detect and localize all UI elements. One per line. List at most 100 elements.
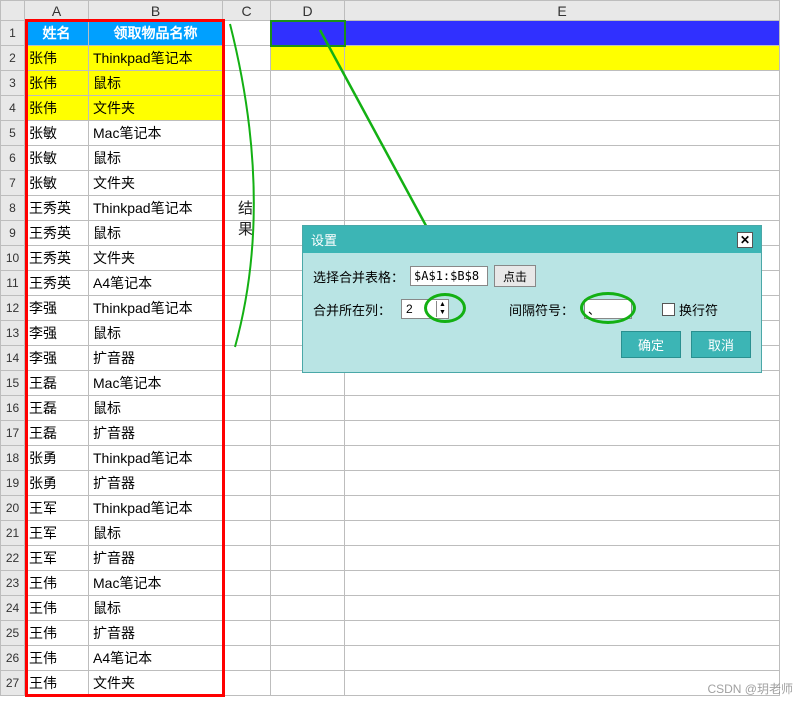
click-button[interactable]: 点击 (494, 265, 536, 287)
cell[interactable] (223, 621, 271, 646)
cell[interactable]: 鼠标 (89, 521, 223, 546)
cell[interactable] (271, 121, 345, 146)
cell[interactable] (345, 421, 780, 446)
cell[interactable] (345, 521, 780, 546)
cell[interactable]: 鼠标 (89, 321, 223, 346)
col-header-b[interactable]: B (89, 1, 223, 21)
corner-cell[interactable] (1, 1, 25, 21)
cell[interactable]: 张勇 (25, 446, 89, 471)
cell[interactable] (271, 371, 345, 396)
cell[interactable] (271, 446, 345, 471)
row-header[interactable]: 13 (1, 321, 25, 346)
row-header[interactable]: 6 (1, 146, 25, 171)
cell[interactable] (271, 146, 345, 171)
dialog-titlebar[interactable]: 设置 ✕ (303, 226, 761, 253)
cell[interactable] (345, 646, 780, 671)
cell[interactable] (345, 496, 780, 521)
cell[interactable]: 张敏 (25, 121, 89, 146)
cell[interactable] (345, 171, 780, 196)
row-header[interactable]: 8 (1, 196, 25, 221)
cell[interactable] (223, 446, 271, 471)
cell[interactable]: A4笔记本 (89, 646, 223, 671)
cell[interactable] (271, 46, 345, 71)
cell[interactable]: 张伟 (25, 71, 89, 96)
cell[interactable] (223, 521, 271, 546)
cell[interactable] (223, 571, 271, 596)
cell[interactable]: 王伟 (25, 571, 89, 596)
cell[interactable] (271, 596, 345, 621)
cell[interactable]: 王伟 (25, 621, 89, 646)
cell[interactable]: Mac笔记本 (89, 371, 223, 396)
row-header[interactable]: 3 (1, 71, 25, 96)
cell[interactable]: 扩音器 (89, 346, 223, 371)
col-input[interactable] (402, 301, 436, 317)
cell[interactable]: 王磊 (25, 421, 89, 446)
cell[interactable] (223, 596, 271, 621)
cell[interactable] (223, 471, 271, 496)
row-header[interactable]: 26 (1, 646, 25, 671)
cell[interactable]: 扩音器 (89, 621, 223, 646)
cell[interactable]: 鼠标 (89, 146, 223, 171)
cell[interactable] (345, 121, 780, 146)
cell[interactable] (271, 521, 345, 546)
col-header-d[interactable]: D (271, 1, 345, 21)
cell[interactable]: 王秀英 (25, 246, 89, 271)
cell[interactable]: 李强 (25, 346, 89, 371)
row-header[interactable]: 25 (1, 621, 25, 646)
row-header[interactable]: 7 (1, 171, 25, 196)
cell[interactable] (223, 271, 271, 296)
row-header[interactable]: 12 (1, 296, 25, 321)
cell[interactable] (223, 546, 271, 571)
range-input[interactable] (410, 266, 488, 286)
cell[interactable] (345, 196, 780, 221)
cell[interactable]: 王磊 (25, 396, 89, 421)
cell[interactable] (223, 171, 271, 196)
cell[interactable] (345, 571, 780, 596)
cell[interactable]: 王秀英 (25, 221, 89, 246)
cell[interactable] (271, 396, 345, 421)
row-header[interactable]: 11 (1, 271, 25, 296)
cell[interactable]: 李强 (25, 321, 89, 346)
cell[interactable]: Thinkpad笔记本 (89, 196, 223, 221)
row-header[interactable]: 5 (1, 121, 25, 146)
row-header[interactable]: 20 (1, 496, 25, 521)
cell[interactable] (345, 371, 780, 396)
cell[interactable] (223, 21, 271, 46)
cell[interactable] (271, 196, 345, 221)
sep-input[interactable] (584, 299, 632, 319)
cell[interactable]: 王军 (25, 546, 89, 571)
col-header-e[interactable]: E (345, 1, 780, 21)
row-header[interactable]: 22 (1, 546, 25, 571)
cell[interactable] (223, 346, 271, 371)
cell[interactable]: Thinkpad笔记本 (89, 296, 223, 321)
row-header[interactable]: 15 (1, 371, 25, 396)
cell[interactable]: 张伟 (25, 46, 89, 71)
cell[interactable] (223, 96, 271, 121)
wrap-checkbox[interactable]: 换行符 (662, 300, 718, 319)
cell[interactable] (345, 46, 780, 71)
cell[interactable]: 王军 (25, 496, 89, 521)
cell[interactable] (345, 621, 780, 646)
cell[interactable] (223, 646, 271, 671)
cell[interactable] (345, 21, 780, 46)
row-header[interactable]: 24 (1, 596, 25, 621)
col-spinner[interactable]: ▲ ▼ (401, 299, 449, 319)
cell[interactable] (345, 446, 780, 471)
cell[interactable]: A4笔记本 (89, 271, 223, 296)
row-header[interactable]: 23 (1, 571, 25, 596)
row-header[interactable]: 17 (1, 421, 25, 446)
cell[interactable]: Mac笔记本 (89, 121, 223, 146)
cell[interactable]: 王伟 (25, 671, 89, 696)
row-header[interactable]: 9 (1, 221, 25, 246)
cell[interactable] (223, 371, 271, 396)
cell[interactable] (345, 96, 780, 121)
selected-cell[interactable] (271, 21, 345, 46)
row-header[interactable]: 14 (1, 346, 25, 371)
ok-button[interactable]: 确定 (621, 331, 681, 358)
cell[interactable]: 扩音器 (89, 546, 223, 571)
cancel-button[interactable]: 取消 (691, 331, 751, 358)
cell[interactable]: 王军 (25, 521, 89, 546)
cell[interactable] (271, 571, 345, 596)
cell[interactable] (223, 496, 271, 521)
cell[interactable] (345, 471, 780, 496)
